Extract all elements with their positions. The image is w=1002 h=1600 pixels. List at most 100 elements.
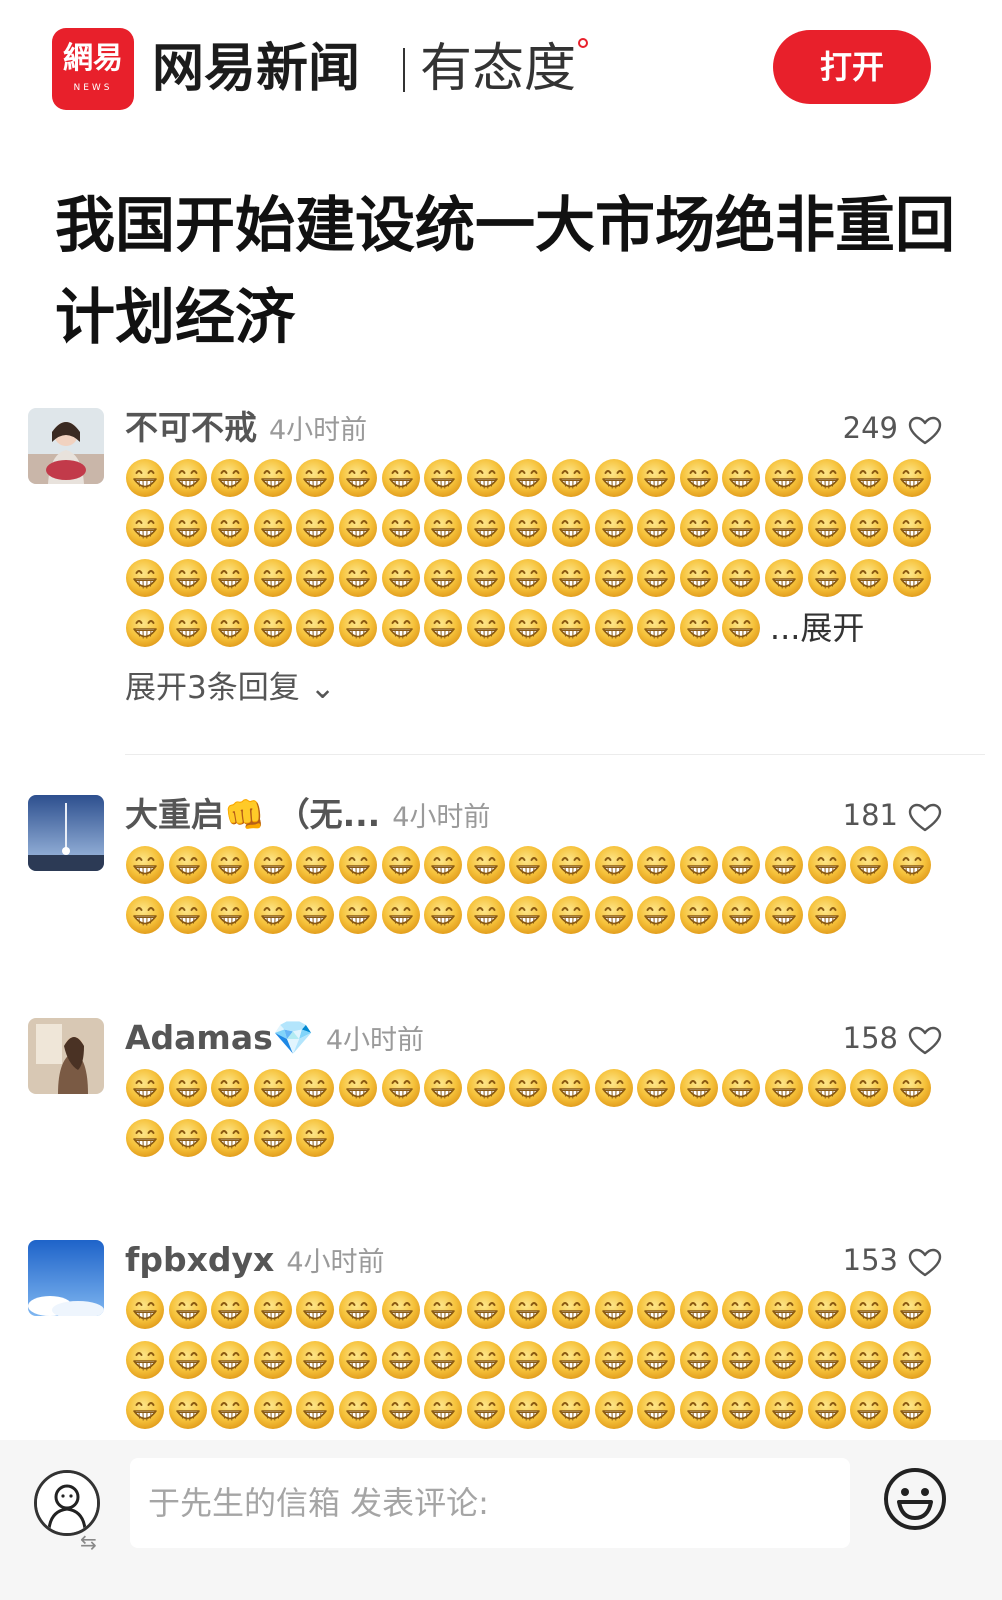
- comment-body: [125, 1068, 955, 1168]
- grinning-face-emoji: [168, 458, 208, 498]
- grinning-face-emoji: [551, 895, 591, 935]
- user-avatar[interactable]: [28, 408, 104, 484]
- grinning-face-emoji: [423, 508, 463, 548]
- grinning-face-emoji: [125, 1118, 165, 1158]
- grinning-face-emoji: [125, 458, 165, 498]
- expand-text-link[interactable]: ...展开: [770, 608, 865, 648]
- grinning-face-emoji: [508, 845, 548, 885]
- comment-body: [125, 1290, 955, 1440]
- grinning-face-emoji: [210, 458, 250, 498]
- grinning-face-emoji: [764, 508, 804, 548]
- grinning-face-emoji: [210, 895, 250, 935]
- grinning-face-emoji: [679, 1068, 719, 1108]
- grinning-face-emoji: [551, 508, 591, 548]
- registered-mark-icon: [578, 38, 588, 48]
- netease-news-logo[interactable]: 網易 NEWS: [52, 28, 134, 110]
- grinning-face-emoji: [807, 1290, 847, 1330]
- grinning-face-emoji: [168, 1390, 208, 1430]
- grinning-face-emoji: [679, 1390, 719, 1430]
- grinning-face-emoji: [679, 845, 719, 885]
- grinning-face-emoji: [721, 508, 761, 548]
- grinning-face-emoji: [807, 458, 847, 498]
- grinning-face-emoji: [338, 1068, 378, 1108]
- grinning-face-emoji: [381, 458, 421, 498]
- comment-meta: Adamas💎 4小时前: [125, 1018, 424, 1058]
- comment-body: ...展开: [125, 458, 955, 658]
- open-app-button[interactable]: 打开: [773, 30, 931, 104]
- heart-icon[interactable]: [908, 803, 942, 833]
- grinning-face-emoji: [295, 558, 335, 598]
- comment-meta: 大重启👊 （无... 4小时前: [125, 795, 490, 835]
- like-count: 181: [842, 798, 898, 832]
- grinning-face-emoji: [295, 1068, 335, 1108]
- grinning-face-emoji: [125, 895, 165, 935]
- grinning-face-emoji: [466, 608, 506, 648]
- grinning-face-emoji: [636, 895, 676, 935]
- grinning-face-emoji: [594, 1068, 634, 1108]
- comment-input[interactable]: [130, 1458, 850, 1548]
- current-user-avatar[interactable]: [34, 1470, 100, 1536]
- switch-account-icon[interactable]: ⇆: [80, 1532, 97, 1552]
- emoji-picker-icon[interactable]: [882, 1466, 948, 1532]
- grinning-face-emoji: [721, 558, 761, 598]
- grinning-face-emoji: [508, 558, 548, 598]
- grinning-face-emoji: [210, 1340, 250, 1380]
- grinning-face-emoji: [721, 608, 761, 648]
- grinning-face-emoji: [423, 608, 463, 648]
- grinning-face-emoji: [125, 1390, 165, 1430]
- grinning-face-emoji: [168, 1118, 208, 1158]
- comment-username[interactable]: fpbxdyx: [125, 1240, 274, 1279]
- grinning-face-emoji: [892, 1068, 932, 1108]
- user-avatar[interactable]: [28, 1018, 104, 1094]
- comment-username[interactable]: Adamas💎: [125, 1018, 314, 1057]
- grinning-face-emoji: [338, 1390, 378, 1430]
- heart-icon[interactable]: [908, 1248, 942, 1278]
- grinning-face-emoji: [594, 508, 634, 548]
- grinning-face-emoji: [807, 895, 847, 935]
- grinning-face-emoji: [466, 1340, 506, 1380]
- like-count: 249: [842, 411, 898, 445]
- grinning-face-emoji: [423, 1068, 463, 1108]
- user-avatar[interactable]: [28, 1240, 104, 1316]
- heart-icon[interactable]: [908, 1026, 942, 1056]
- comment-username[interactable]: 不可不戒: [125, 408, 257, 447]
- grinning-face-emoji: [551, 1290, 591, 1330]
- grinning-face-emoji: [892, 1390, 932, 1430]
- grinning-face-emoji: [253, 1068, 293, 1108]
- grinning-face-emoji: [338, 608, 378, 648]
- grinning-face-emoji: [210, 508, 250, 548]
- grinning-face-emoji: [721, 458, 761, 498]
- grinning-face-emoji: [295, 1390, 335, 1430]
- grinning-face-emoji: [295, 608, 335, 648]
- grinning-face-emoji: [764, 1290, 804, 1330]
- grinning-face-emoji: [721, 1290, 761, 1330]
- grinning-face-emoji: [636, 845, 676, 885]
- comment-username[interactable]: 大重启👊 （无...: [125, 795, 380, 834]
- grinning-face-emoji: [253, 895, 293, 935]
- grinning-face-emoji: [210, 1290, 250, 1330]
- grinning-face-emoji: [764, 845, 804, 885]
- grinning-face-emoji: [892, 1290, 932, 1330]
- grinning-face-emoji: [168, 895, 208, 935]
- like-count: 153: [842, 1243, 898, 1277]
- comment-time: 4小时前: [325, 1025, 425, 1056]
- expand-replies-link[interactable]: 展开3条回复 ⌄: [125, 668, 336, 708]
- grinning-face-emoji: [466, 1390, 506, 1430]
- grinning-face-emoji: [168, 558, 208, 598]
- grinning-face-emoji: [466, 1068, 506, 1108]
- grinning-face-emoji: [636, 508, 676, 548]
- grinning-face-emoji: [295, 845, 335, 885]
- grinning-face-emoji: [849, 508, 889, 548]
- brand-divider: [403, 48, 405, 92]
- grinning-face-emoji: [892, 558, 932, 598]
- heart-icon[interactable]: [908, 416, 942, 446]
- grinning-face-emoji: [338, 508, 378, 548]
- grinning-face-emoji: [253, 845, 293, 885]
- grinning-face-emoji: [551, 608, 591, 648]
- comment-body: [125, 845, 955, 945]
- grinning-face-emoji: [849, 1068, 889, 1108]
- user-avatar[interactable]: [28, 795, 104, 871]
- grinning-face-emoji: [168, 608, 208, 648]
- comment-time: 4小时前: [392, 802, 491, 833]
- grinning-face-emoji: [168, 508, 208, 548]
